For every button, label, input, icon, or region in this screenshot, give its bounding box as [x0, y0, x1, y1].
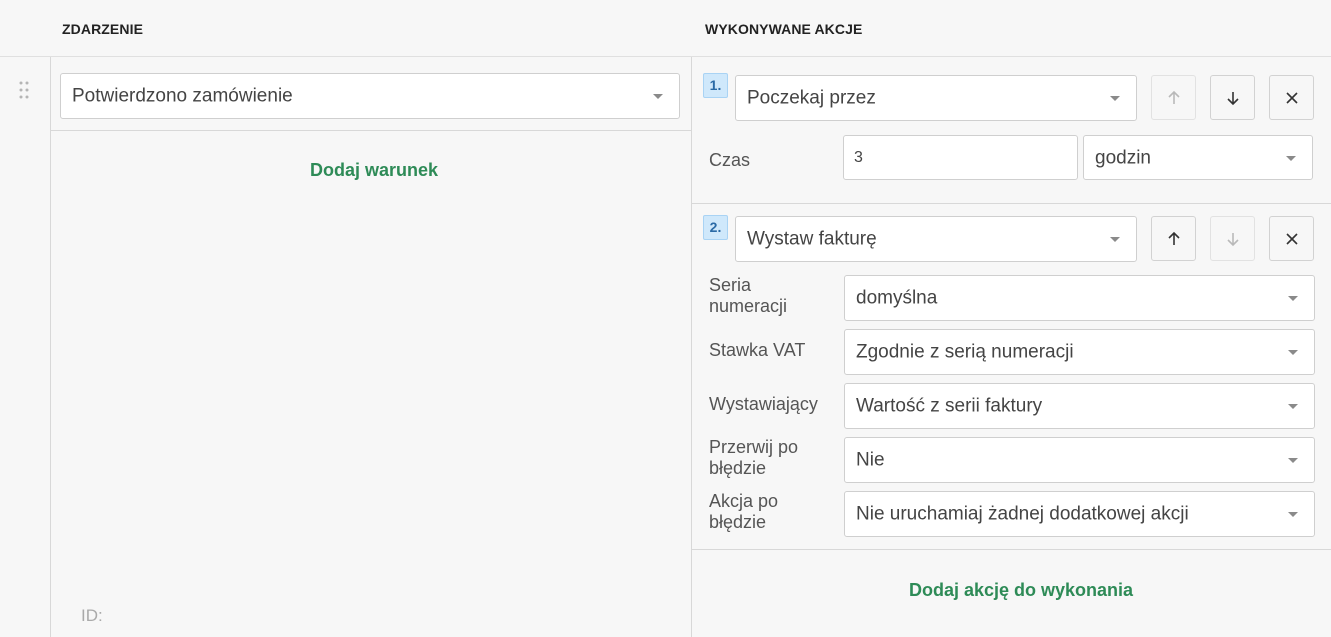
numbering-series-label: Seria numeracji [709, 275, 788, 316]
chevron-down-icon [1110, 96, 1120, 101]
time-label: Czas [709, 150, 751, 170]
action-type-select[interactable]: Wystaw fakturę [735, 216, 1137, 262]
actions-column-header: WYKONYWANE AKCJE [705, 21, 863, 37]
action-on-error-value: Nie uruchamiaj żadnej dodatkowej akcji [856, 503, 1189, 525]
remove-action-button[interactable] [1269, 216, 1314, 261]
chevron-down-icon [1288, 512, 1298, 517]
stop-on-error-select[interactable]: Nie [844, 437, 1315, 483]
issuer-select[interactable]: Wartość z serii faktury [844, 383, 1315, 429]
divider [691, 57, 692, 637]
arrow-down-icon [1226, 91, 1239, 105]
stop-on-error-label: Przerwij po błędzie [709, 437, 799, 478]
event-trigger-select[interactable]: Potwierdzono zamówienie [60, 73, 680, 119]
numbering-series-value: domyślna [856, 287, 938, 309]
vat-rate-value: Zgodnie z serią numeracji [856, 341, 1074, 363]
time-unit-value: godzin [1095, 147, 1151, 168]
vat-rate-select[interactable]: Zgodnie z serią numeracji [844, 329, 1315, 375]
drag-handle-icon[interactable] [17, 80, 31, 102]
action-on-error-label: Akcja po błędzie [709, 491, 779, 532]
divider [51, 130, 691, 131]
chevron-down-icon [1286, 155, 1296, 161]
issuer-value: Wartość z serii faktury [856, 395, 1043, 417]
close-icon [1285, 91, 1298, 104]
action-number-badge: 2. [703, 215, 728, 240]
event-trigger-value: Potwierdzono zamówienie [72, 85, 293, 107]
close-icon [1285, 232, 1298, 245]
issuer-label: Wystawiający [709, 394, 818, 414]
table-header: ZDARZENIE WYKONYWANE AKCJE [0, 0, 1331, 57]
arrow-up-icon [1167, 231, 1180, 245]
move-down-button[interactable] [1210, 75, 1255, 120]
divider [50, 57, 51, 637]
divider [692, 549, 1331, 550]
chevron-down-icon [1288, 404, 1298, 409]
event-column-header: ZDARZENIE [62, 21, 144, 37]
divider [692, 203, 1331, 204]
action-on-error-select[interactable]: Nie uruchamiaj żadnej dodatkowej akcji [844, 491, 1315, 537]
action-type-value: Wystaw fakturę [747, 228, 877, 250]
time-unit-select[interactable]: godzin [1083, 135, 1313, 180]
arrow-down-icon [1226, 232, 1239, 246]
move-down-button[interactable] [1210, 216, 1255, 261]
action-type-select[interactable]: Poczekaj przez [735, 75, 1137, 121]
chevron-down-icon [1288, 296, 1298, 301]
chevron-down-icon [1288, 350, 1298, 355]
time-value-input[interactable] [843, 135, 1078, 180]
move-up-button[interactable] [1151, 216, 1196, 261]
action-type-value: Poczekaj przez [747, 87, 876, 109]
chevron-down-icon [1110, 237, 1120, 242]
vat-rate-label: Stawka VAT [709, 340, 806, 360]
numbering-series-select[interactable]: domyślna [844, 275, 1315, 321]
move-up-button[interactable] [1151, 75, 1196, 120]
arrow-up-icon [1167, 90, 1180, 104]
chevron-down-icon [1288, 458, 1298, 463]
remove-action-button[interactable] [1269, 75, 1314, 120]
stop-on-error-value: Nie [856, 449, 885, 471]
add-condition-link[interactable]: Dodaj warunek [310, 160, 438, 181]
action-number-badge: 1. [703, 73, 728, 98]
chevron-down-icon [653, 94, 663, 99]
add-action-link[interactable]: Dodaj akcję do wykonania [909, 580, 1133, 601]
id-label: ID: [81, 606, 103, 625]
